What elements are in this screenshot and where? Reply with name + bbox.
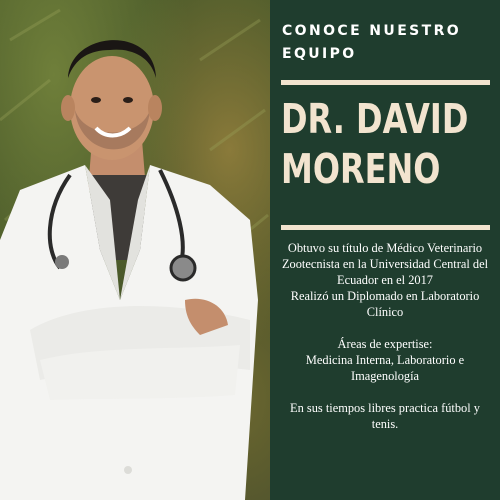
name-line-1: DR. DAVID	[281, 95, 469, 143]
bottom-divider	[281, 225, 490, 230]
expertise-line: Medicina Interna, Laboratorio e	[305, 353, 465, 367]
kicker-line-2: EQUIPO	[282, 46, 357, 62]
bio-line: Clínico	[366, 305, 404, 319]
bio-line: Obtuvo su título de Médico Veterinario	[287, 241, 483, 255]
section-kicker: CONOCE NUESTRO EQUIPO	[282, 20, 492, 66]
bio-line: Realizó un Diplomado en Laboratorio	[290, 289, 480, 303]
top-divider	[281, 80, 490, 85]
kicker-line-1: CONOCE NUESTRO	[282, 23, 462, 39]
info-panel: CONOCE NUESTRO EQUIPO DR. DAVID MORENO O…	[270, 0, 500, 500]
name-line-2: MORENO	[281, 145, 441, 193]
expertise-heading: Áreas de expertise:	[337, 337, 433, 351]
doctor-name: DR. DAVID MORENO	[281, 94, 469, 194]
expertise-line: Imagenología	[350, 369, 420, 383]
hobby-line: tenis.	[371, 417, 399, 431]
doctor-portrait-photo	[0, 0, 270, 500]
hobby-line: En sus tiempos libres practica fútbol y	[290, 401, 480, 415]
bio-line: Ecuador en el 2017	[337, 273, 433, 287]
bio-line: Zootecnista en la Universidad Central de…	[281, 257, 489, 271]
portrait-illustration	[0, 8, 269, 500]
bio-text: Obtuvo su título de Médico Veterinario Z…	[274, 240, 496, 432]
